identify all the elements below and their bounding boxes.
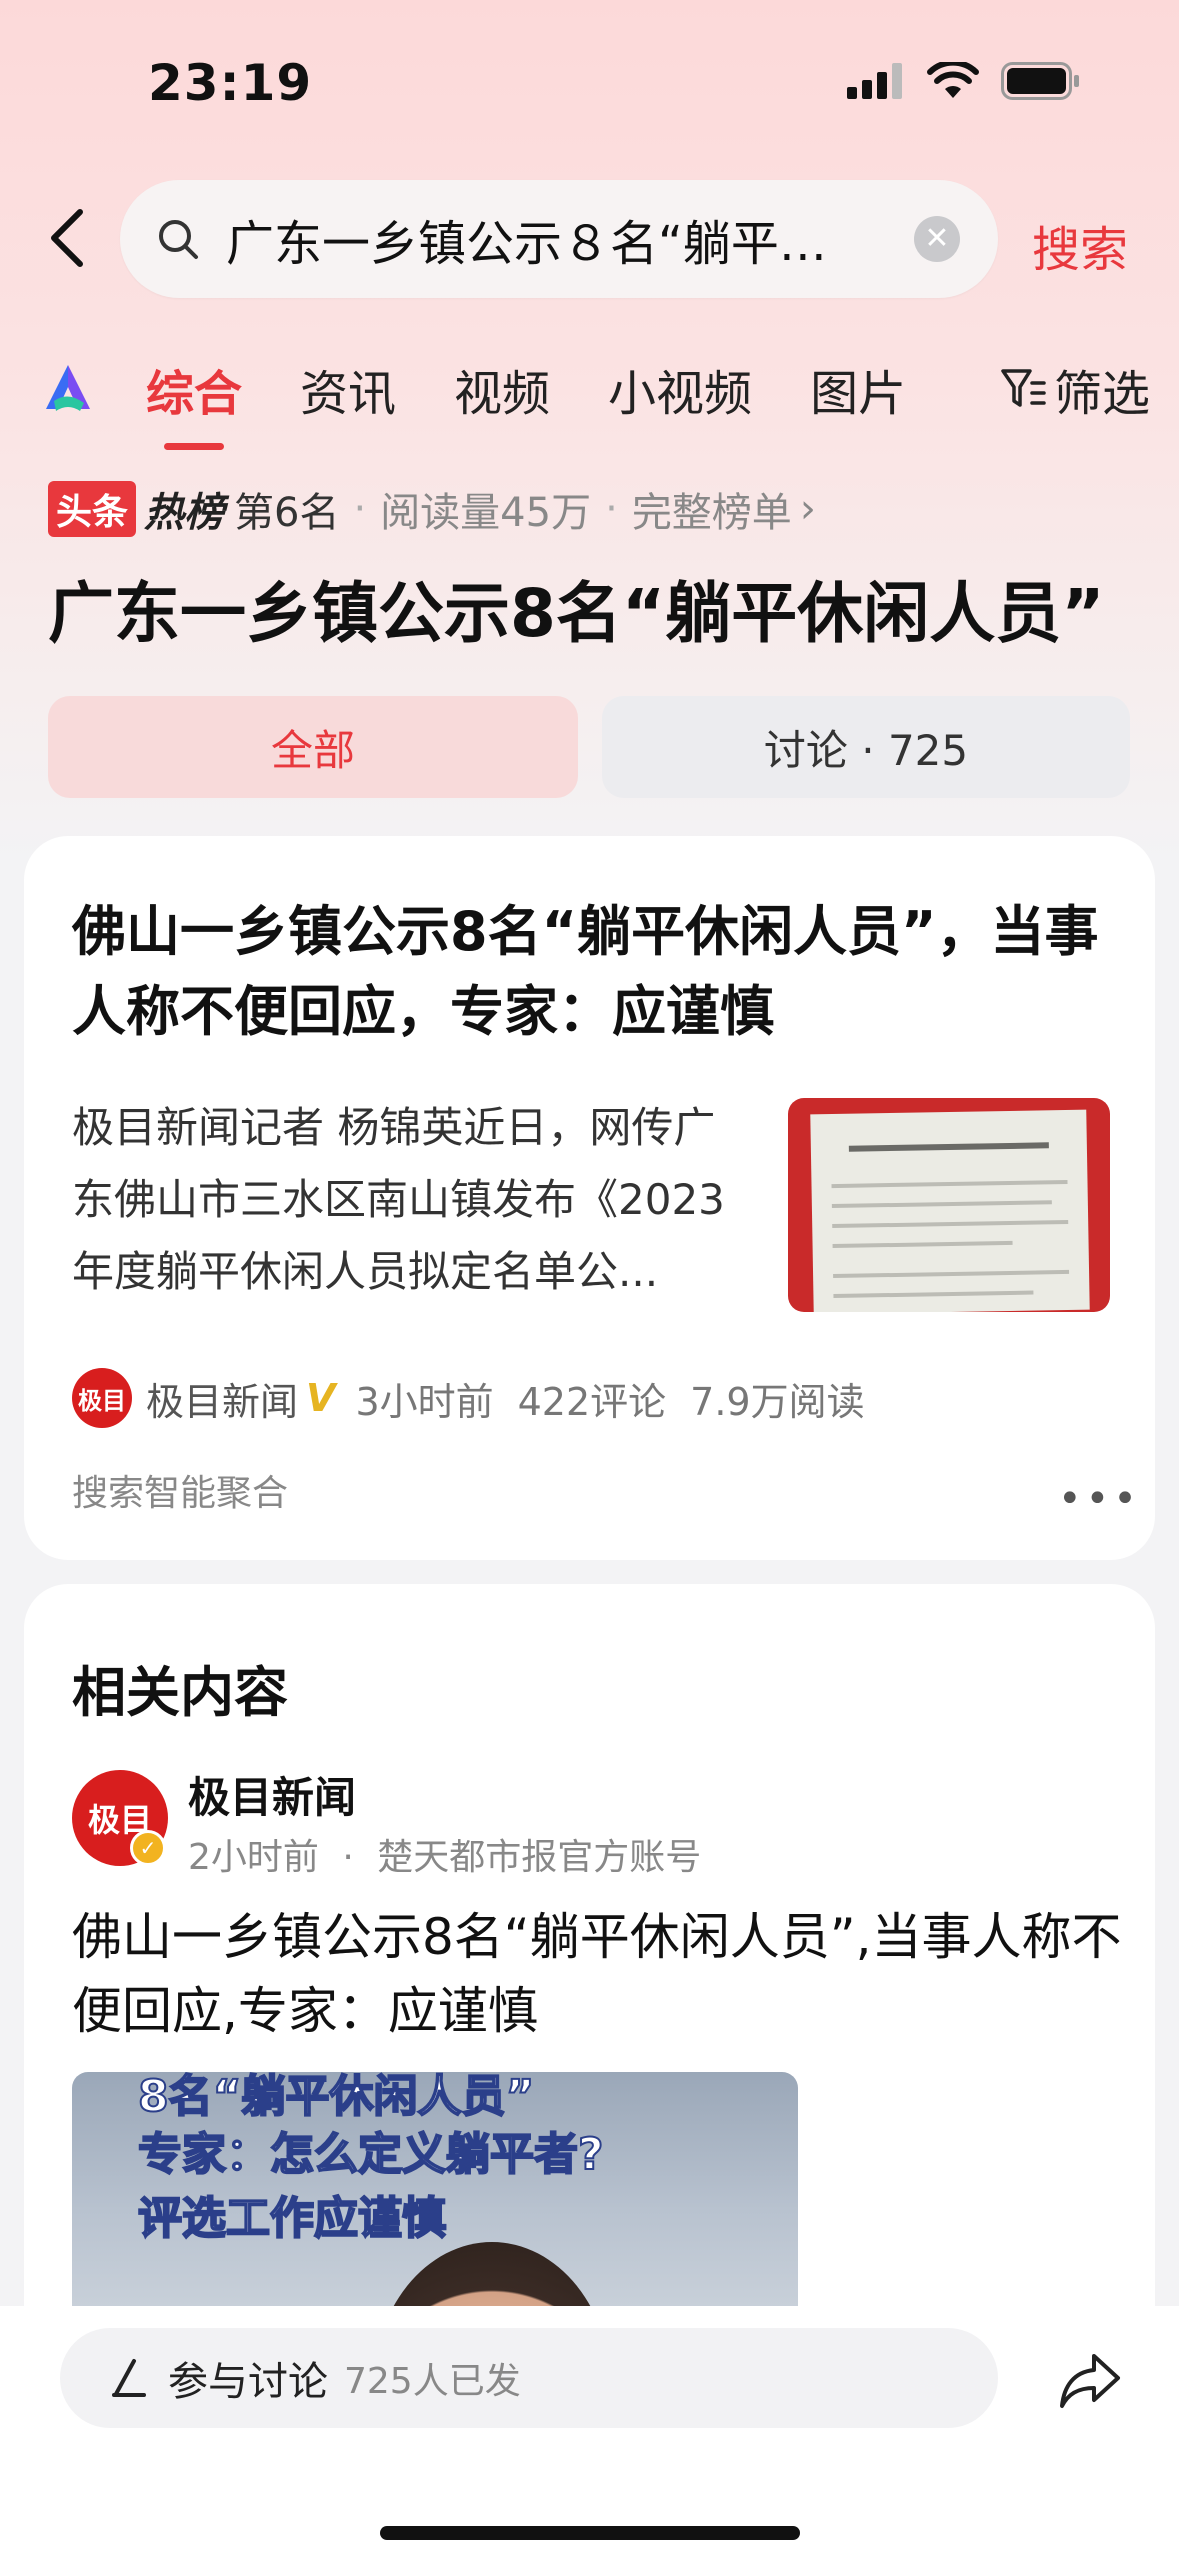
related-heading: 相关内容	[72, 1661, 288, 1724]
back-icon[interactable]	[44, 206, 92, 270]
tab-images[interactable]: 图片	[810, 354, 906, 424]
tab-news[interactable]: 资讯	[300, 354, 396, 424]
video-caption-1: 专家：怎么定义躺平者?	[137, 2128, 605, 2181]
discussion-count: 725人已发	[344, 2361, 521, 2402]
toutiao-badge: 头条	[48, 481, 137, 537]
separator-dot: ·	[353, 486, 367, 532]
search-query: 广东一乡镇公示８名“躺平…	[226, 216, 827, 272]
battery-icon	[1001, 62, 1079, 100]
hot-list-badge: 热榜	[144, 490, 225, 536]
tab-video[interactable]: 视频	[454, 354, 550, 424]
filter-button[interactable]: 筛选	[1000, 354, 1150, 424]
news-card-summary: 极目新闻记者 杨锦英近日，网传广东佛山市三水区南山镇发布《2023年度躺平休闲人…	[72, 1103, 725, 1296]
notice-paper-image	[810, 1109, 1090, 1312]
segment-discussion[interactable]: 讨论 · 725	[602, 696, 1130, 798]
tab-comprehensive[interactable]: 综合	[146, 354, 242, 450]
separator-dot: ·	[605, 486, 618, 532]
source-logo[interactable]: 极目	[72, 1368, 132, 1428]
read-count: 7.9万阅读	[690, 1379, 865, 1424]
separator-dot: ·	[342, 1837, 354, 1878]
status-time: 23:19	[148, 54, 313, 112]
signal-icon	[847, 63, 902, 99]
more-options-icon[interactable]: •••	[1058, 1476, 1141, 1522]
search-button[interactable]: 搜索	[1032, 210, 1128, 280]
wifi-icon	[927, 62, 979, 98]
tab-short-video[interactable]: 小视频	[608, 354, 752, 424]
full-list-link[interactable]: 完整榜单	[632, 480, 792, 538]
chevron-right-icon: ›	[799, 486, 816, 532]
topic-title: 广东一乡镇公示8名“躺平休闲人员”	[48, 575, 1105, 652]
video-caption-top: 8名“躺平休闲人员”	[137, 2072, 535, 2123]
toutiao-ai-logo-icon	[46, 365, 90, 411]
filter-label: 筛选	[1053, 366, 1150, 422]
news-card-meta: 极目 极目新闻 V 3小时前 422评论 7.9万阅读	[72, 1368, 865, 1428]
home-indicator[interactable]	[380, 2526, 800, 2540]
discussion-input[interactable]: 参与讨论 725人已发	[60, 2328, 998, 2428]
video-caption-2: 评选工作应谨慎	[137, 2192, 447, 2245]
segment-all[interactable]: 全部	[48, 696, 578, 798]
news-card-title[interactable]: 佛山一乡镇公示8名“躺平休闲人员”，当事人称不便回应，专家：应谨慎	[72, 892, 1112, 1052]
status-icons	[847, 62, 1081, 100]
source-name[interactable]: 极目新闻	[146, 1371, 298, 1426]
discussion-label: 参与讨论	[168, 2359, 328, 2405]
comment-count: 422评论	[517, 1379, 667, 1424]
aggregation-label: 搜索智能聚合	[72, 1473, 289, 1514]
related-article-title[interactable]: 佛山一乡镇公示8名“躺平休闲人员”,当事人称不便回应,专家：应谨慎	[72, 1900, 1122, 2048]
rank-position: 第6名	[234, 490, 340, 536]
news-card[interactable]: 佛山一乡镇公示8名“躺平休闲人员”，当事人称不便回应，专家：应谨慎 极目新闻记者…	[24, 836, 1155, 1560]
pen-icon	[112, 2359, 146, 2397]
rank-reads: 阅读量45万	[380, 490, 592, 536]
hot-rank-line[interactable]: 头条 热榜 第6名 · 阅读量45万 · 完整榜单 ›	[48, 480, 816, 538]
bottom-bar: 参与讨论 725人已发	[0, 2306, 1179, 2556]
clear-icon[interactable]: ✕	[914, 216, 960, 262]
verified-icon: V	[306, 1376, 336, 1420]
search-input[interactable]: 广东一乡镇公示８名“躺平… ✕	[120, 180, 998, 298]
account-description: 楚天都市报官方账号	[377, 1837, 702, 1878]
verified-badge-icon: ✓	[130, 1830, 166, 1866]
author-name[interactable]: 极目新闻	[188, 1764, 356, 1825]
post-time: 2小时前	[188, 1837, 319, 1878]
search-icon	[159, 220, 198, 259]
news-thumbnail[interactable]	[788, 1098, 1110, 1312]
share-icon[interactable]	[1058, 2350, 1122, 2410]
filter-icon	[1001, 369, 1046, 407]
category-tabs: 综合 资讯 视频 小视频 图片 筛选	[40, 344, 1150, 450]
author-subline: 2小时前 · 楚天都市报官方账号	[188, 1828, 701, 1880]
publish-time: 3小时前	[355, 1379, 494, 1424]
